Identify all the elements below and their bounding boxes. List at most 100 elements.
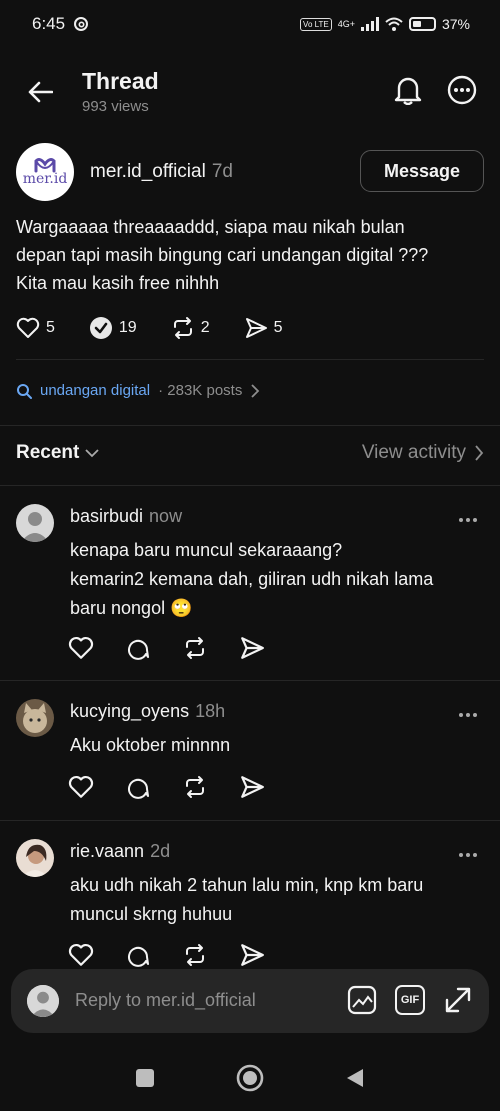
reply-composer[interactable]: Reply to mer.id_official GIF (11, 969, 489, 1033)
person-photo-avatar-icon (16, 839, 54, 877)
reply-time: 2d (150, 841, 171, 861)
reply-text: aku udh nikah 2 tahun lalu min, knp km b… (70, 871, 480, 929)
gif-button[interactable]: GIF (395, 985, 425, 1015)
section-divider (0, 485, 500, 486)
repost-count: 2 (200, 319, 210, 336)
reply-item: kucying_oyens 18h Aku oktober minnnn (0, 699, 500, 809)
verified-action[interactable]: 19 (89, 316, 137, 340)
signal-icon (360, 17, 379, 31)
reply-username[interactable]: rie.vaann (70, 841, 144, 861)
reply-text-line: aku udh nikah 2 tahun lalu min, knp km b… (70, 875, 424, 895)
home-button-icon[interactable] (236, 1064, 264, 1092)
status-time: 6:45 (32, 14, 66, 33)
comment-icon[interactable] (125, 636, 151, 660)
reply-text-line: muncul skrng huhuu (70, 904, 233, 924)
heart-icon[interactable] (68, 775, 94, 799)
arrow-left-icon (28, 81, 53, 103)
section-divider (0, 820, 500, 821)
view-activity-label: View activity (361, 442, 466, 463)
check-badge-icon (89, 317, 112, 339)
repost-action[interactable]: 2 (171, 316, 210, 340)
reply-time: 18h (195, 701, 226, 721)
volte-icon: Vo LTE (300, 17, 332, 31)
comment-icon[interactable] (125, 943, 151, 967)
topic-link[interactable]: undangan digital · 283K posts (16, 382, 260, 399)
image-icon[interactable] (347, 985, 377, 1015)
divider (16, 359, 484, 360)
reply-time: now (149, 506, 183, 526)
message-button[interactable]: Message (360, 150, 484, 192)
chevron-right-icon (251, 383, 260, 398)
more-horizontal-icon (459, 713, 477, 717)
default-avatar-icon (16, 504, 54, 542)
post-time: 7d (211, 161, 233, 182)
reply-text-line: baru nongol 🙄 (70, 598, 193, 618)
network-label: 4G+ (337, 19, 355, 29)
reply-more-button[interactable] (458, 705, 478, 723)
reply-text: kenapa baru muncul sekaraaang? kemarin2 … (70, 536, 480, 623)
send-icon[interactable] (239, 636, 265, 660)
more-icon (447, 75, 477, 105)
post-avatar[interactable]: mer.id (16, 143, 74, 201)
wifi-icon (385, 17, 403, 31)
topic-count: · 283K posts (158, 382, 243, 399)
bell-icon (394, 77, 422, 105)
gif-label: GIF (400, 994, 420, 1006)
default-avatar-icon (27, 985, 59, 1017)
reply-text-line: Aku oktober minnnn (70, 735, 231, 755)
more-options-button[interactable] (446, 74, 478, 106)
thread-header: Thread 993 views (0, 62, 500, 122)
verified-count: 19 (118, 319, 137, 336)
reply-avatar[interactable] (16, 699, 54, 737)
reply-item: basirbudi now kenapa baru muncul sekaraaa… (0, 504, 500, 674)
section-divider (0, 680, 500, 681)
reply-more-button[interactable] (458, 845, 478, 863)
status-bar: 6:45 Vo LTE 4G+ 37% (0, 0, 500, 48)
send-icon (245, 318, 267, 338)
reply-text: Aku oktober minnnn (70, 731, 480, 760)
reply-item: rie.vaann 2d aku udh nikah 2 tahun lalu m… (0, 839, 500, 969)
section-divider (0, 425, 500, 426)
reply-input[interactable]: Reply to mer.id_official (75, 990, 256, 1011)
repost-icon[interactable] (182, 775, 208, 799)
reply-username[interactable]: kucying_oyens (70, 701, 189, 721)
heart-icon[interactable] (68, 636, 94, 660)
notifications-button[interactable] (392, 74, 424, 106)
post-text: Wargaaaaa threaaaaddd, siapa mau nikah b… (16, 217, 429, 293)
chevron-right-icon (475, 445, 484, 461)
repost-icon[interactable] (182, 943, 208, 967)
like-action[interactable]: 5 (16, 317, 55, 339)
page-title: Thread (82, 68, 159, 94)
views-count: 993 views (82, 98, 149, 115)
send-icon[interactable] (239, 943, 265, 967)
reply-username[interactable]: basirbudi (70, 506, 143, 526)
comment-icon[interactable] (125, 775, 151, 799)
topic-tag: undangan digital (40, 382, 151, 399)
view-activity-link[interactable]: View activity (362, 442, 484, 464)
reply-text-line: kenapa baru muncul sekaraaang? (70, 540, 343, 560)
back-button-icon[interactable] (344, 1067, 366, 1089)
more-horizontal-icon (459, 518, 477, 522)
reply-text-line: kemarin2 kemana dah, giliran udh nikah l… (70, 569, 434, 589)
repost-icon[interactable] (182, 636, 208, 660)
expand-icon[interactable] (443, 985, 473, 1015)
repost-icon (173, 317, 192, 339)
avatar-logo-text: mer.id (22, 171, 68, 187)
threads-status-icon (74, 17, 89, 31)
recents-button-icon[interactable] (134, 1067, 156, 1089)
post-username[interactable]: mer.id_official (90, 161, 206, 182)
system-navigation-bar (0, 1050, 500, 1106)
send-icon[interactable] (239, 775, 265, 799)
heart-icon (16, 317, 40, 338)
cat-avatar-icon (16, 699, 54, 737)
reply-more-button[interactable] (458, 510, 478, 528)
battery-icon (408, 17, 436, 31)
share-action[interactable]: 5 (244, 317, 283, 339)
heart-icon[interactable] (68, 943, 94, 967)
more-horizontal-icon (459, 853, 477, 857)
reply-avatar[interactable] (16, 839, 54, 877)
reply-avatar[interactable] (16, 504, 54, 542)
back-button[interactable] (24, 76, 56, 108)
sort-row: Recent View activity (16, 442, 484, 464)
sort-dropdown[interactable]: Recent (16, 442, 99, 464)
